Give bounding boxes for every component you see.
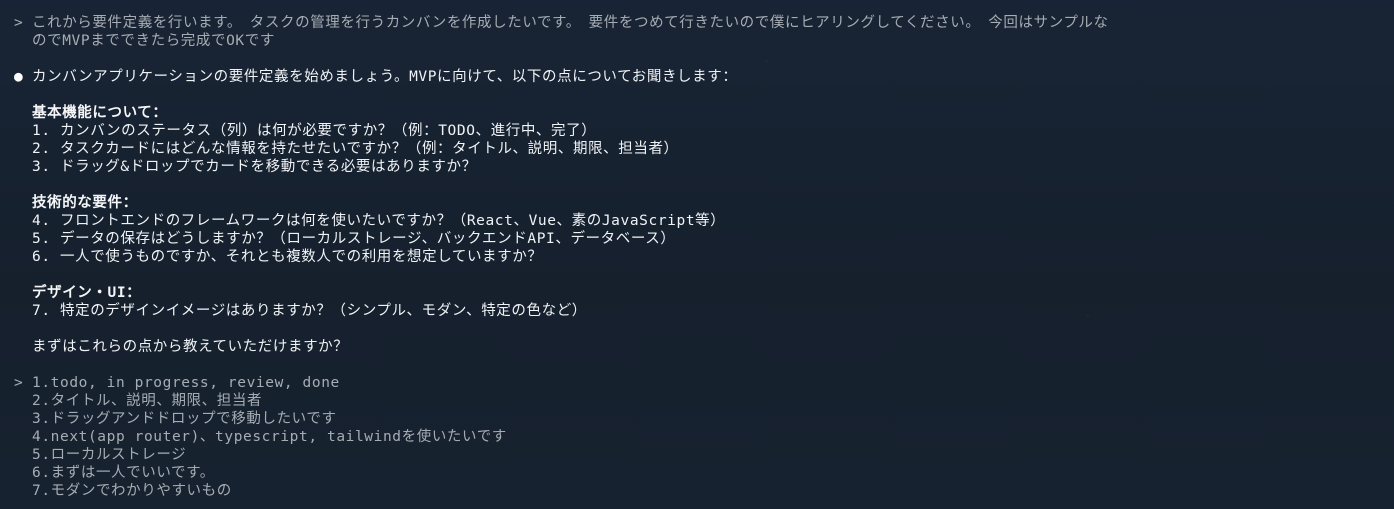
question-item: 5. データの保存はどうしますか？（ローカルストレージ、バックエンドAPI、デー… (32, 231, 676, 247)
user-message-line: のでMVPまでできたら完成でOKです (14, 32, 1394, 50)
prompt-symbol: > (14, 375, 24, 391)
section-heading: デザイン・UI： (32, 285, 142, 301)
question-item: 4. フロントエンドのフレームワークは何を使いたいですか？（React、Vue、… (32, 213, 726, 229)
question-item: 6. 一人で使うものですか、それとも複数人での利用を想定していますか？ (32, 249, 543, 265)
user-answer-line: 5.ローカルストレージ (32, 447, 187, 463)
user-answer-line: 4.next(app router)、typescript, tailwindを… (32, 429, 507, 445)
user-answer-line: > 1.todo, in progress, review, done (14, 375, 340, 391)
section-heading: 基本機能について： (32, 105, 168, 121)
user-answer-line: 3.ドラッグアンドドロップで移動したいです (32, 411, 337, 427)
question-item: 1. カンバンのステータス（列）は何が必要ですか？（例：TODO、進行中、完了） (32, 123, 597, 139)
response-bullet-icon: ● (14, 69, 24, 85)
assistant-message-line: ● カンバンアプリケーションの要件定義を始めましょう。MVPに向けて、以下の点に… (14, 68, 1394, 86)
question-item: 7. 特定のデザインイメージはありますか？（シンプル、モダン、特定の色など） (32, 303, 587, 319)
user-answer-line: 7.モダンでわかりやすいもの (32, 483, 232, 499)
assistant-intro: カンバンアプリケーションの要件定義を始めましょう。MVPに向けて、以下の点につい… (32, 69, 738, 85)
user-message-text: のでMVPまでできたら完成でOKです (32, 33, 275, 49)
prompt-symbol: > (14, 15, 24, 31)
question-item: 3. ドラッグ&ドロップでカードを移動できる必要はありますか？ (32, 159, 477, 175)
user-answer-line: 6.まずは一人でいいです。 (32, 465, 215, 481)
user-message-text: これから要件定義を行います。 タスクの管理を行うカンバンを作成したいです。 要件… (32, 15, 1109, 31)
section-heading: 技術的な要件： (32, 195, 138, 211)
user-message-line: > これから要件定義を行います。 タスクの管理を行うカンバンを作成したいです。 … (14, 14, 1394, 32)
user-answer-line: 2.タイトル、説明、期限、担当者 (32, 393, 263, 409)
terminal-output: > これから要件定義を行います。 タスクの管理を行うカンバンを作成したいです。 … (0, 0, 1394, 509)
question-item: 2. タスクカードにはどんな情報を持たせたいですか？（例：タイトル、説明、期限、… (32, 141, 679, 157)
assistant-closing: まずはこれらの点から教えていただけますか？ (32, 339, 349, 355)
